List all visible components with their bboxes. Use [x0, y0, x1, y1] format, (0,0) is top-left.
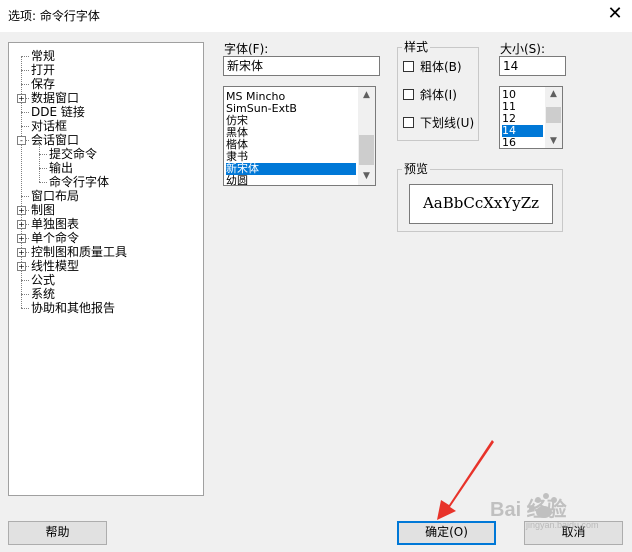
baidu-watermark-logo: Bai 经验 jingyan.baidu.com: [486, 490, 626, 530]
watermark-subtext: jingyan.baidu.com: [525, 520, 599, 530]
watermark-text: Bai 经验: [490, 497, 567, 521]
annotation-arrow-icon: [437, 440, 494, 520]
